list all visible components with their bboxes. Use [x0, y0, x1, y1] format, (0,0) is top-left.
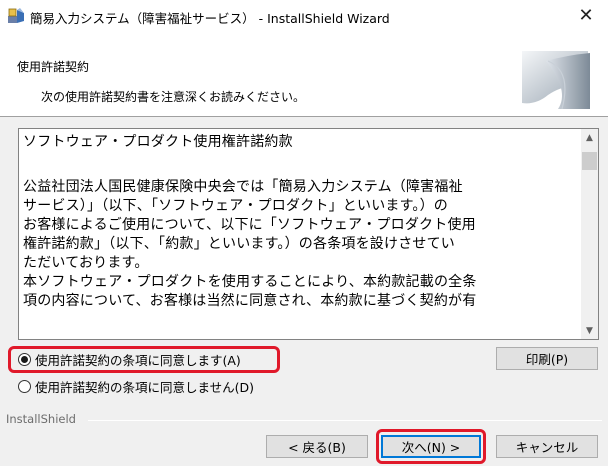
- wizard-banner-graphic-icon: [522, 51, 590, 109]
- print-button[interactable]: 印刷(P): [496, 347, 598, 370]
- title-bar: 簡易入力システム（障害福祉サービス） - InstallShield Wizar…: [0, 0, 608, 31]
- license-line: 項の内容について、お客様は当然に同意され、本約款に基づく契約が有: [23, 293, 477, 309]
- cancel-button[interactable]: キャンセル: [496, 435, 598, 458]
- back-button[interactable]: < 戻る(B): [266, 435, 368, 458]
- installer-app-icon: [8, 8, 24, 23]
- close-icon: ✕: [578, 5, 594, 26]
- scroll-down-arrow-icon[interactable]: ▼: [581, 322, 598, 339]
- license-line: 本ソフトウェア・プロダクトを使用することにより、本約款記載の全条: [23, 274, 477, 290]
- installshield-brand: InstallShield: [6, 412, 76, 426]
- page-subtitle: 次の使用許諾契約書を注意深くお読みください。: [41, 90, 306, 104]
- accept-radio-icon[interactable]: [18, 352, 31, 366]
- wizard-header: 使用許諾契約 次の使用許諾契約書を注意深くお読みください。: [0, 31, 608, 117]
- license-text: ソフトウェア・プロダクト使用権許諾約款 公益社団法人国民健康保険中央会では「簡易…: [23, 133, 579, 337]
- decline-radio-label: 使用許諾契約の条項に同意しません(D): [35, 379, 255, 395]
- license-scrollbar[interactable]: ▲ ▼: [581, 129, 598, 339]
- next-button[interactable]: 次へ(N) >: [381, 435, 481, 458]
- page-title: 使用許諾契約: [17, 60, 90, 74]
- footer-divider: [88, 420, 602, 421]
- license-line: ただいております。: [23, 255, 149, 271]
- license-line: お客様によるご使用について、以下に「ソフトウェア・プロダクト使用: [23, 217, 476, 233]
- license-text-area[interactable]: ソフトウェア・プロダクト使用権許諾約款 公益社団法人国民健康保険中央会では「簡易…: [18, 128, 599, 340]
- accept-radio-option[interactable]: 使用許諾契約の条項に同意します(A): [18, 349, 241, 369]
- window-title: 簡易入力システム（障害福祉サービス） - InstallShield Wizar…: [30, 11, 390, 26]
- decline-radio-option[interactable]: 使用許諾契約の条項に同意しません(D): [18, 376, 254, 396]
- scroll-thumb[interactable]: [582, 152, 597, 170]
- accept-radio-label: 使用許諾契約の条項に同意します(A): [35, 352, 241, 368]
- license-line: 公益社団法人国民健康保険中央会では「簡易入力システム（障害福祉: [23, 179, 463, 195]
- decline-radio-icon[interactable]: [18, 379, 31, 393]
- scroll-up-arrow-icon[interactable]: ▲: [581, 129, 598, 146]
- license-heading: ソフトウェア・プロダクト使用権許諾約款: [23, 134, 293, 150]
- license-line: サービス）」（以下、「ソフトウェア・プロダクト」といいます。）の: [23, 198, 448, 214]
- close-button[interactable]: ✕: [564, 0, 608, 31]
- license-line: 権許諾約款」（以下、「約款」といいます。）の各条項を設けさせてい: [23, 236, 455, 252]
